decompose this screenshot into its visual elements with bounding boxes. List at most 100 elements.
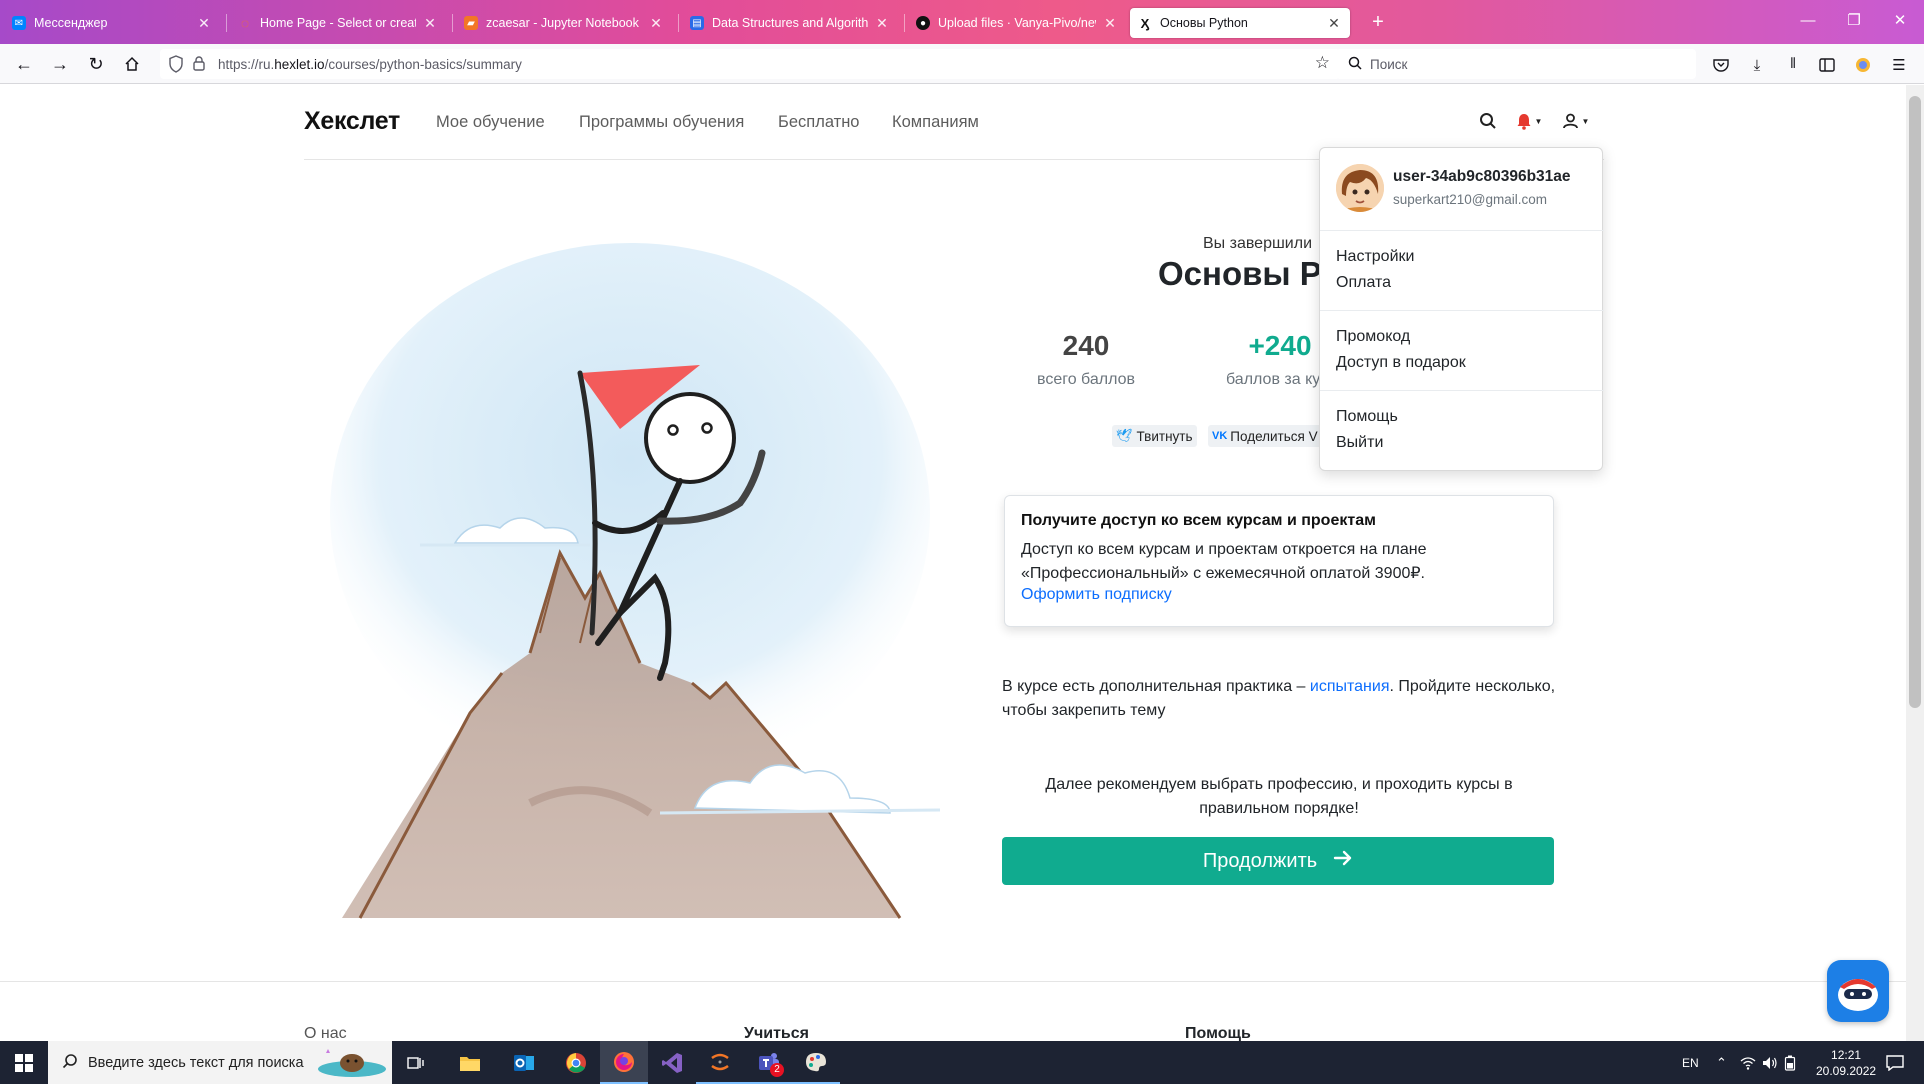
- language-indicator[interactable]: EN: [1682, 1041, 1699, 1084]
- menu-divider: [1320, 390, 1604, 391]
- outlook-icon[interactable]: [500, 1041, 548, 1084]
- menu-item-logout[interactable]: Выйти: [1336, 434, 1383, 452]
- notebook-icon: ▰: [464, 16, 478, 30]
- search-bar[interactable]: Поиск: [1336, 49, 1696, 79]
- new-tab-button[interactable]: +: [1364, 10, 1392, 36]
- subscribe-link[interactable]: Оформить подписку: [1021, 586, 1537, 604]
- minimize-icon[interactable]: —: [1788, 8, 1828, 34]
- tab-jupyter-notebook[interactable]: ▰ zcaesar - Jupyter Notebook ✕: [456, 8, 672, 38]
- avatar: [1336, 164, 1384, 212]
- close-icon[interactable]: ✕: [1326, 15, 1342, 32]
- tab-title: Home Page - Select or create a: [260, 16, 416, 30]
- nav-my-learning[interactable]: Мое обучение: [436, 113, 545, 132]
- visual-studio-icon[interactable]: [648, 1041, 696, 1084]
- chat-bot-icon: [1838, 979, 1878, 1011]
- volume-icon[interactable]: [1762, 1041, 1778, 1084]
- url-text[interactable]: https://ru.hexlet.io/courses/python-basi…: [218, 57, 522, 72]
- challenges-link[interactable]: испытания: [1310, 678, 1390, 695]
- close-icon[interactable]: ✕: [196, 15, 212, 32]
- menu-item-payment[interactable]: Оплата: [1336, 274, 1391, 292]
- clock[interactable]: 12:21 20.09.2022: [1816, 1041, 1876, 1084]
- menu-item-settings[interactable]: Настройки: [1336, 248, 1414, 266]
- close-icon[interactable]: ✕: [874, 15, 890, 32]
- search-icon[interactable]: [1476, 109, 1500, 133]
- support-chat-button[interactable]: [1827, 960, 1889, 1022]
- pocket-icon[interactable]: [1710, 54, 1732, 76]
- nav-companies[interactable]: Компаниям: [892, 113, 979, 132]
- library-icon[interactable]: 𝍪: [1782, 54, 1804, 76]
- extension-icon[interactable]: [1852, 54, 1874, 76]
- subscription-promo-card: Получите доступ ко всем курсам и проекта…: [1004, 495, 1554, 627]
- user-name: user-34ab9c80396b31ae: [1393, 168, 1571, 185]
- footer-learn-heading: Учиться: [744, 1025, 809, 1041]
- download-icon[interactable]: ⤓: [1746, 54, 1768, 76]
- notification-center-icon[interactable]: [1886, 1041, 1904, 1084]
- user-menu-button[interactable]: ▼: [1560, 109, 1592, 133]
- tab-separator: [452, 14, 453, 32]
- tab-title: zcaesar - Jupyter Notebook: [486, 16, 639, 30]
- practice-text-before: В курсе есть дополнительная практика –: [1002, 678, 1310, 695]
- teams-icon[interactable]: 2: [744, 1041, 792, 1084]
- vk-share-button[interactable]: VK Поделиться V: [1208, 425, 1322, 447]
- clock-time: 12:21: [1831, 1047, 1862, 1062]
- menu-item-gift-access[interactable]: Доступ в подарок: [1336, 354, 1466, 372]
- sidebar-icon[interactable]: [1816, 54, 1838, 76]
- tab-data-structures[interactable]: ▤ Data Structures and Algorithms ✕: [682, 8, 898, 38]
- forward-icon[interactable]: →: [46, 50, 74, 78]
- close-icon[interactable]: ✕: [648, 15, 664, 32]
- taskbar-search-input[interactable]: Введите здесь текст для поиска: [48, 1041, 392, 1084]
- close-window-icon[interactable]: ✕: [1880, 8, 1920, 34]
- chevron-down-icon: ▼: [1581, 116, 1590, 126]
- menu-item-promocode[interactable]: Промокод: [1336, 328, 1410, 346]
- close-icon[interactable]: ✕: [422, 15, 438, 32]
- tab-python-basics[interactable]: Ӽ Основы Python ✕: [1130, 8, 1350, 38]
- user-dropdown-menu: user-34ab9c80396b31ae superkart210@gmail…: [1319, 147, 1604, 471]
- paint-icon[interactable]: [792, 1041, 840, 1084]
- site-logo[interactable]: Хекслет: [304, 107, 400, 136]
- file-explorer-icon[interactable]: [446, 1041, 494, 1084]
- continue-button[interactable]: Продолжить: [1002, 837, 1554, 885]
- figure-head: [644, 392, 736, 484]
- menu-icon[interactable]: ☰: [1888, 54, 1910, 76]
- nav-programs[interactable]: Программы обучения: [579, 113, 744, 132]
- firefox-icon[interactable]: [600, 1041, 648, 1084]
- total-points-label: всего баллов: [1037, 371, 1135, 388]
- windows-taskbar: Введите здесь текст для поиска 2 EN ⌃ 12…: [0, 1041, 1924, 1084]
- tab-github-upload[interactable]: ● Upload files · Vanya-Pivo/new_ ✕: [908, 8, 1126, 38]
- scrollbar-thumb[interactable]: [1909, 96, 1921, 708]
- search-icon: [62, 1053, 78, 1073]
- back-icon[interactable]: ←: [10, 50, 38, 78]
- tab-home-page[interactable]: ◌ Home Page - Select or create a ✕: [230, 8, 446, 38]
- search-highlight-icon: [316, 1047, 388, 1083]
- reload-icon[interactable]: ↻: [82, 50, 110, 78]
- arrow-right-icon: [1333, 849, 1353, 873]
- total-points-value: 240: [1062, 330, 1110, 361]
- notifications-button[interactable]: ▼: [1514, 109, 1544, 133]
- chevron-down-icon: ▼: [1534, 116, 1543, 126]
- task-view-icon[interactable]: [392, 1041, 440, 1084]
- github-icon: ●: [916, 16, 930, 30]
- url-bar[interactable]: https://ru.hexlet.io/courses/python-basi…: [160, 49, 1340, 79]
- battery-icon[interactable]: [1784, 1041, 1796, 1084]
- shield-icon[interactable]: [168, 55, 184, 76]
- page-content: Хекслет Мое обучение Программы обучения …: [0, 85, 1906, 1041]
- tab-title: Data Structures and Algorithms: [712, 16, 868, 30]
- wifi-icon[interactable]: [1740, 1041, 1756, 1084]
- home-icon[interactable]: [118, 50, 146, 78]
- tab-messenger[interactable]: ✉ Мессенджер ✕: [4, 8, 220, 38]
- nav-free[interactable]: Бесплатно: [778, 113, 859, 132]
- search-placeholder: Поиск: [1370, 56, 1408, 72]
- restore-icon[interactable]: ❐: [1834, 8, 1874, 34]
- bookmark-star-icon[interactable]: ☆: [1315, 53, 1330, 73]
- tweet-button[interactable]: 🕊 Твитнуть: [1112, 425, 1197, 447]
- footer-about[interactable]: О нас: [304, 1025, 347, 1041]
- close-icon[interactable]: ✕: [1102, 15, 1118, 32]
- menu-item-help[interactable]: Помощь: [1336, 408, 1398, 426]
- jupyter-icon[interactable]: [696, 1041, 744, 1084]
- hexlet-icon: Ӽ: [1140, 15, 1150, 31]
- lock-icon[interactable]: [192, 55, 206, 74]
- chrome-icon[interactable]: [552, 1041, 600, 1084]
- chevron-up-icon[interactable]: ⌃: [1716, 1041, 1727, 1084]
- user-icon: [1562, 113, 1578, 129]
- start-button[interactable]: [0, 1041, 48, 1084]
